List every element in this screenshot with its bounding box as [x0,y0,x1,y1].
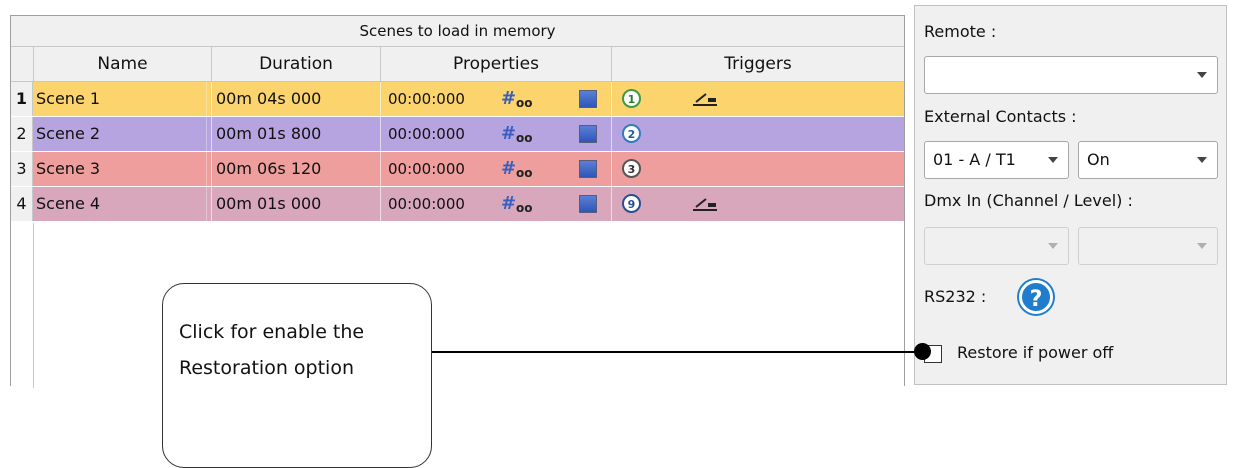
svg-text:#: # [501,88,516,109]
restore-label[interactable]: Restore if power off [957,343,1113,362]
column-header-duration[interactable]: Duration [212,47,381,81]
scene-start-time[interactable]: 00:00:000 [388,117,488,151]
scene-name[interactable]: Scene 1 [36,82,207,116]
color-swatch-icon[interactable] [579,195,597,213]
chevron-down-icon [1048,243,1058,249]
table-row[interactable]: 3 Scene 3 00m 06s 120 00:00:000 # oo 3 [11,152,904,186]
scene-duration[interactable]: 00m 06s 120 [216,152,406,186]
dmx-channel-select[interactable] [924,227,1069,265]
divider [211,187,212,221]
contact-select[interactable]: 01 - A / T1 [924,141,1069,179]
trigger-number-icon[interactable]: 3 [622,159,641,178]
table-title: Scenes to load in memory [11,16,904,47]
divider [611,82,612,116]
divider [211,152,212,186]
column-header-row: Name Duration Properties Triggers [11,47,904,82]
divider [211,117,212,151]
svg-text:oo: oo [516,131,533,145]
divider [211,82,212,116]
divider [380,117,381,151]
svg-text:#: # [501,123,516,144]
callout-line-1: Click for enable the [179,321,365,343]
table-row[interactable]: 2 Scene 2 00m 01s 800 00:00:000 # oo 2 [11,117,904,151]
scene-name[interactable]: Scene 3 [36,152,207,186]
scene-duration[interactable]: 00m 01s 800 [216,117,406,151]
contact-value: 01 - A / T1 [933,150,1016,169]
column-header-properties[interactable]: Properties [381,47,612,81]
scene-name[interactable]: Scene 4 [36,187,207,221]
column-header-name[interactable]: Name [34,47,212,81]
trigger-number-icon[interactable]: 2 [622,124,641,143]
rs232-label: RS232 : [924,287,987,306]
svg-text:#: # [501,158,516,179]
table-row[interactable]: 4 Scene 4 00m 01s 000 00:00:000 # oo 9 [11,187,904,221]
color-swatch-icon[interactable] [579,90,597,108]
external-contacts-label: External Contacts : [924,107,1077,126]
callout-line-2: Restoration option [179,357,354,379]
header-corner [11,47,34,81]
row-number[interactable]: 4 [11,187,33,221]
scene-start-time[interactable]: 00:00:000 [388,187,488,221]
dmx-channels-icon[interactable]: # oo [501,157,545,181]
contact-state-value: On [1087,150,1110,169]
divider [611,187,612,221]
callout-connector-line [432,351,920,353]
dmx-level-select[interactable] [1078,227,1218,265]
callout-box: Click for enable the Restoration option [162,283,432,468]
trigger-number-icon[interactable]: 9 [622,194,641,213]
help-icon[interactable]: ? [1019,280,1053,314]
color-swatch-icon[interactable] [579,160,597,178]
color-swatch-icon[interactable] [579,125,597,143]
svg-text:oo: oo [516,166,533,180]
column-header-triggers[interactable]: Triggers [612,47,904,81]
divider [611,117,612,151]
chevron-down-icon [1197,157,1207,163]
dmx-channels-icon[interactable]: # oo [501,192,545,216]
svg-text:oo: oo [516,201,533,215]
contact-state-select[interactable]: On [1078,141,1218,179]
dmx-in-label: Dmx In (Channel / Level) : [924,191,1133,210]
row-header-strip [11,223,34,388]
chevron-down-icon [1197,72,1207,78]
scene-name[interactable]: Scene 2 [36,117,207,151]
contact-switch-icon[interactable] [691,195,719,213]
scene-duration[interactable]: 00m 01s 000 [216,187,406,221]
callout-text: Click for enable the Restoration option [179,314,424,386]
divider [380,152,381,186]
row-number[interactable]: 2 [11,117,33,151]
svg-text:#: # [501,193,516,214]
contact-switch-icon[interactable] [691,90,719,108]
divider [611,152,612,186]
chevron-down-icon [1048,157,1058,163]
trigger-number-icon[interactable]: 1 [622,89,641,108]
dmx-channels-icon[interactable]: # oo [501,122,545,146]
row-number[interactable]: 1 [11,82,33,116]
scene-start-time[interactable]: 00:00:000 [388,82,488,116]
table-row[interactable]: 1 Scene 1 00m 04s 000 00:00:000 # oo 1 [11,82,904,116]
scene-duration[interactable]: 00m 04s 000 [216,82,406,116]
remote-select[interactable] [924,56,1218,94]
trigger-settings-panel: Remote : External Contacts : 01 - A / T1… [914,5,1227,385]
row-number[interactable]: 3 [11,152,33,186]
dmx-channels-icon[interactable]: # oo [501,87,545,111]
callout-connector-dot [914,343,931,360]
svg-text:oo: oo [516,96,533,110]
chevron-down-icon [1197,243,1207,249]
remote-label: Remote : [924,22,997,41]
scene-start-time[interactable]: 00:00:000 [388,152,488,186]
divider [380,187,381,221]
divider [380,82,381,116]
scenes-table-panel: Scenes to load in memory Name Duration P… [10,15,905,388]
